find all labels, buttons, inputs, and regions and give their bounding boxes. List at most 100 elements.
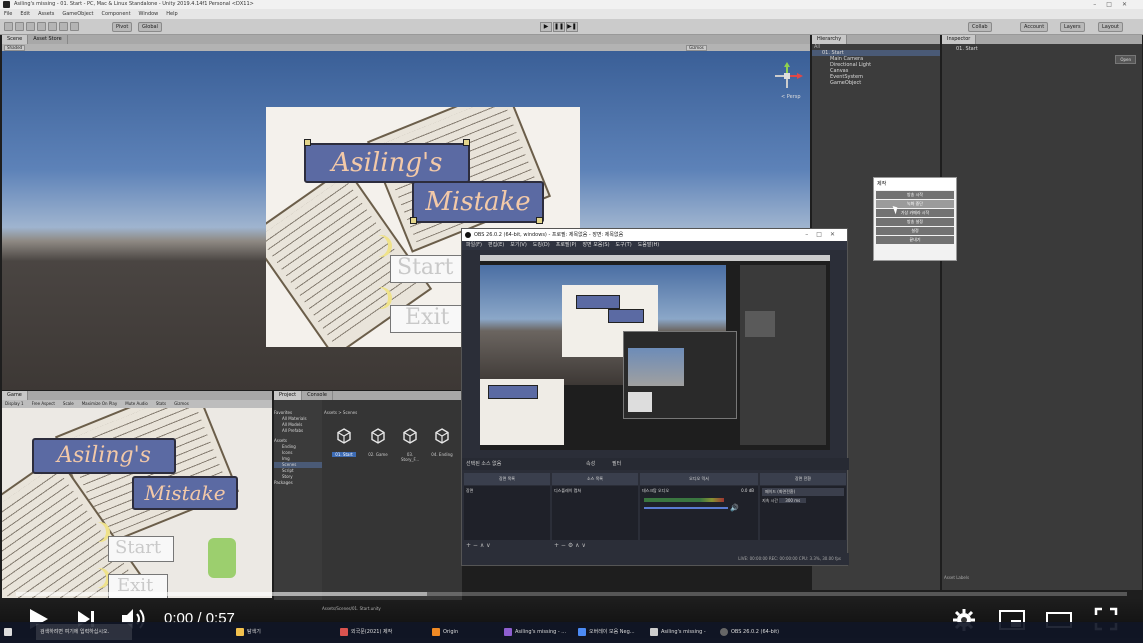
obs-menu-profile[interactable]: 프로필(P)	[556, 241, 577, 250]
project-breadcrumb[interactable]: Assets > Scenes	[324, 410, 357, 415]
hand-tool-icon[interactable]	[4, 22, 13, 31]
menu-gameobject[interactable]: GameObject	[62, 9, 93, 19]
game-view[interactable]: Asiling's Mistake Start Exit	[2, 408, 272, 598]
taskbar-app-obs[interactable]: OBS 26.0.2 (64-bit)	[720, 624, 779, 640]
rect-tool-icon[interactable]	[48, 22, 57, 31]
layout-dropdown[interactable]: Layout	[1098, 22, 1123, 32]
window-controls[interactable]: –□✕	[1093, 0, 1137, 9]
aspect-dropdown[interactable]: Free Aspect	[32, 400, 55, 408]
menu-item-stop-recording[interactable]: 녹화 중단	[876, 200, 954, 208]
menu-component[interactable]: Component	[102, 9, 131, 19]
tab-project[interactable]: Project	[274, 391, 303, 400]
taskbar-app-explorer[interactable]: 탐색기	[236, 624, 261, 640]
game-tabs: Game	[2, 391, 272, 400]
menu-item-stream-settings[interactable]: 방송 설정	[876, 218, 954, 226]
obs-menu-help[interactable]: 도움말(H)	[638, 241, 659, 250]
obs-menu-file[interactable]: 파일(F)	[466, 241, 482, 250]
volume-slider[interactable]	[644, 507, 728, 509]
asset-labels-header[interactable]: Asset Labels	[944, 575, 969, 580]
menu-file[interactable]: File	[4, 9, 12, 19]
rect-handle[interactable]	[536, 217, 543, 224]
rect-handle[interactable]	[304, 139, 311, 146]
menu-item-start-streaming[interactable]: 방송 시작	[876, 191, 954, 199]
transform-tool-icon[interactable]	[59, 22, 68, 31]
rotate-tool-icon[interactable]	[26, 22, 35, 31]
menu-item-settings[interactable]: 설정	[876, 227, 954, 235]
source-list-item[interactable]: 디스플레이 캡쳐	[552, 486, 638, 496]
open-button[interactable]: Open	[1115, 55, 1136, 64]
taskbar-app-hancom[interactable]: 외국문(2021) 제작	[340, 624, 392, 640]
progress-buffered	[16, 592, 428, 596]
unity-scene-icon[interactable]	[336, 428, 352, 444]
game-gizmos-toggle[interactable]: Gizmos	[174, 400, 189, 408]
rect-handle[interactable]	[463, 139, 470, 146]
transition-dropdown[interactable]: 페이드 (화면전환)	[762, 488, 844, 496]
game-start-button[interactable]: Start	[108, 536, 174, 562]
account-dropdown[interactable]: Account	[1020, 22, 1049, 32]
maximize-on-play-toggle[interactable]: Maximize On Play	[82, 400, 118, 408]
hierarchy-item[interactable]: GameObject	[812, 80, 940, 86]
taskbar-app-browser[interactable]: 오버레이 모음 Neg...	[578, 624, 635, 640]
taskbar-search-box[interactable]: 검색하려면 여기에 입력하십시오.	[36, 624, 132, 640]
menu-window[interactable]: Window	[139, 9, 159, 19]
tab-asset-store[interactable]: Asset Store	[28, 35, 68, 44]
obs-preview[interactable]	[480, 255, 830, 450]
tab-inspector[interactable]: Inspector	[942, 35, 977, 44]
obs-menu-scene-collection[interactable]: 장면 모음(S)	[582, 241, 609, 250]
menu-item-exit[interactable]: 끝내기	[876, 236, 954, 244]
packages-folder[interactable]: Packages	[274, 480, 322, 486]
obs-filters-button[interactable]: 필터	[612, 458, 621, 470]
dock-sources-header: 소스 목록	[552, 473, 638, 485]
obs-properties-button[interactable]: 속성	[586, 458, 595, 470]
unity-scene-icon[interactable]	[434, 428, 450, 444]
favorite-item[interactable]: All Prefabs	[274, 428, 322, 434]
scale-slider[interactable]: Scale	[63, 400, 74, 408]
step-button[interactable]: ▶❚	[566, 22, 578, 32]
scene-asset-label[interactable]: 03. Story_F...	[398, 452, 422, 462]
transitions-panel: 페이드 (화면전환) 지속 시간 300 ms	[760, 486, 846, 540]
move-tool-icon[interactable]	[15, 22, 24, 31]
menu-item-start-virtual-camera[interactable]: 가상 카메라 시작	[876, 209, 954, 217]
tab-console[interactable]: Console	[302, 391, 333, 400]
tab-game[interactable]: Game	[2, 391, 28, 400]
visual-studio-icon	[504, 627, 512, 636]
start-button[interactable]	[4, 624, 15, 640]
menu-edit[interactable]: Edit	[20, 9, 30, 19]
pivot-toggle[interactable]: Pivot	[112, 22, 133, 32]
menu-help[interactable]: Help	[166, 9, 177, 19]
stats-toggle[interactable]: Stats	[156, 400, 166, 408]
taskbar-app-unity[interactable]: Asiling's missing -	[650, 624, 706, 640]
unity-scene-icon[interactable]	[370, 428, 386, 444]
play-button[interactable]: ▶	[540, 22, 552, 32]
scene-list-item[interactable]: 장면	[464, 486, 550, 496]
mute-audio-toggle[interactable]: Mute Audio	[125, 400, 148, 408]
rect-handle[interactable]	[410, 217, 417, 224]
sources-controls[interactable]: + − ⚙ ∧ ∨	[554, 541, 586, 551]
pause-button[interactable]: ❚❚	[553, 22, 565, 32]
scene-asset-label[interactable]: 01. Start	[332, 452, 356, 457]
obs-menu-tools[interactable]: 도구(T)	[616, 241, 632, 250]
taskbar-app-origin[interactable]: Origin	[432, 624, 458, 640]
scenes-controls[interactable]: + − ∧ ∨	[466, 541, 491, 551]
obs-menu-view[interactable]: 보기(V)	[510, 241, 527, 250]
obs-window-controls[interactable]: –□✕	[805, 229, 843, 241]
global-toggle[interactable]: Global	[138, 22, 162, 32]
collab-dropdown[interactable]: Collab	[968, 22, 992, 32]
document-icon	[340, 627, 348, 636]
perspective-label[interactable]: < Persp	[781, 94, 801, 100]
scale-tool-icon[interactable]	[37, 22, 46, 31]
obs-menu-edit[interactable]: 편집(E)	[488, 241, 504, 250]
speaker-icon[interactable]: 🔊	[730, 504, 739, 512]
unity-scene-icon[interactable]	[402, 428, 418, 444]
menu-assets[interactable]: Assets	[38, 9, 54, 19]
display-dropdown[interactable]: Display 1	[5, 400, 24, 408]
tab-hierarchy[interactable]: Hierarchy	[812, 35, 848, 44]
taskbar-app-vs[interactable]: Asiling's missing - ...	[504, 624, 566, 640]
duration-input[interactable]: 300 ms	[779, 498, 807, 503]
obs-menu-docks[interactable]: 도킹(D)	[533, 241, 550, 250]
scene-asset-label[interactable]: 02. Game	[366, 452, 390, 457]
tab-scene[interactable]: Scene	[2, 35, 29, 44]
custom-tool-icon[interactable]	[70, 22, 79, 31]
layers-dropdown[interactable]: Layers	[1060, 22, 1085, 32]
scene-asset-label[interactable]: 04. Ending	[430, 452, 454, 457]
